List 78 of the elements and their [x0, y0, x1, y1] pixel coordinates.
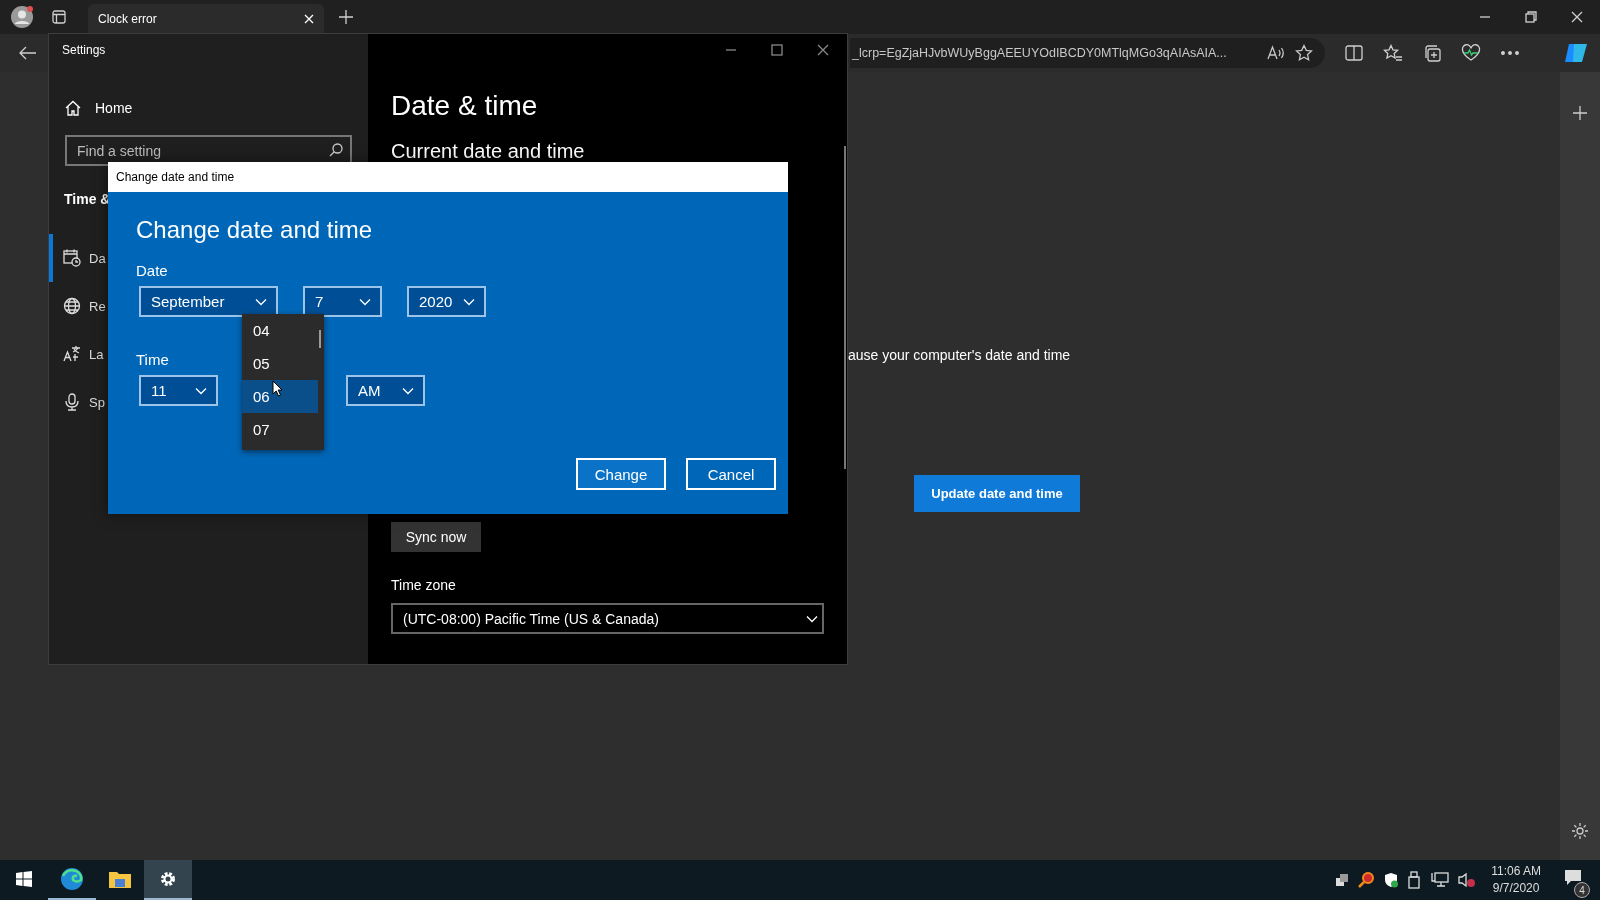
star-icon[interactable] — [1295, 44, 1313, 62]
restore-icon[interactable] — [1525, 11, 1537, 23]
clock-time[interactable]: 11:06 AM — [1491, 863, 1541, 880]
list-option[interactable]: 04 — [242, 314, 318, 347]
usb-drive-icon — [1408, 871, 1423, 889]
settings-icon[interactable] — [1571, 822, 1589, 840]
network-shares-icon — [1335, 873, 1350, 887]
field-label: Time zone — [391, 577, 457, 593]
chevron-down-icon — [402, 386, 414, 395]
notifications-icon[interactable] — [1564, 869, 1582, 887]
change-button[interactable]: Change — [576, 458, 666, 490]
scrollbar[interactable] — [844, 146, 846, 469]
folder-icon — [108, 869, 132, 889]
chevron-down-icon — [195, 386, 207, 395]
mouse-cursor-icon — [272, 380, 283, 397]
sync-now-button[interactable]: Sync now — [391, 522, 481, 552]
home-icon — [65, 100, 81, 116]
list-option[interactable]: 05 — [242, 347, 318, 380]
heart-pulse-icon[interactable] — [1461, 44, 1481, 62]
dropdown[interactable]: 11 — [139, 375, 218, 406]
volume-muted-icon — [1458, 872, 1477, 888]
clock-date[interactable]: 9/7/2020 — [1492, 880, 1540, 897]
notification-count: 4 — [1574, 882, 1590, 898]
back-arrow-icon[interactable] — [19, 46, 37, 60]
chevron-down-icon — [255, 297, 267, 306]
chevron-down-icon — [806, 614, 818, 623]
shield-icon — [1383, 872, 1400, 888]
chevron-down-icon — [359, 297, 371, 306]
new-tab-icon[interactable] — [339, 10, 353, 24]
read-aloud-icon[interactable] — [1267, 45, 1285, 61]
calendar-clock-icon — [63, 249, 81, 267]
field-label: Date — [136, 262, 168, 279]
time-zone-dropdown[interactable]: (UTC-08:00) Pacific Time (US & Canada) — [391, 603, 824, 634]
microphone-icon — [63, 393, 81, 411]
dialog-title: Change date and time — [108, 162, 788, 192]
list-option[interactable]: 06 — [242, 380, 318, 413]
browser-tab[interactable]: Clock error — [88, 4, 324, 34]
home-nav-item[interactable]: Home — [49, 86, 149, 130]
avatar-icon[interactable] — [10, 5, 34, 29]
dialog-heading: Change date and time — [136, 216, 374, 244]
cancel-button[interactable]: Cancel — [686, 458, 776, 490]
window-title: Settings — [61, 42, 107, 59]
nav-item[interactable]: Sp — [49, 378, 106, 426]
chevron-down-icon — [463, 297, 475, 306]
globe-icon — [63, 297, 81, 315]
dropdown[interactable]: 7 — [303, 286, 382, 317]
address-bar[interactable]: _lcrp=EgZjaHJvbWUyBggAEEUYOdIBCDY0MTlqMGo3qAIAsAIA... — [850, 38, 1325, 68]
tab-title: Clock error — [98, 12, 157, 26]
list-option[interactable]: 07 — [242, 413, 318, 446]
language-icon — [63, 345, 81, 363]
network-icon — [1431, 872, 1450, 888]
maximize-icon[interactable] — [771, 44, 783, 56]
split-screen-icon[interactable] — [1345, 45, 1363, 61]
dropdown[interactable]: AM — [346, 375, 425, 406]
field-label: Time — [136, 351, 169, 368]
taskbar-app[interactable] — [144, 860, 192, 900]
close-icon[interactable] — [1571, 11, 1583, 23]
nav-item[interactable]: La — [49, 330, 105, 378]
page-text: ause your computer's date and time — [848, 347, 1071, 363]
section-heading: Current date and time — [391, 140, 585, 163]
dropdown[interactable]: September — [139, 286, 278, 317]
add-icon[interactable] — [1573, 106, 1587, 120]
favorites-icon[interactable] — [1383, 44, 1403, 62]
collections-icon[interactable] — [1423, 44, 1441, 62]
search-icon — [329, 143, 343, 157]
scrollbar-thumb[interactable] — [319, 330, 321, 348]
nav-item[interactable]: Re — [49, 282, 107, 330]
close-icon[interactable] — [817, 44, 829, 56]
windows-logo-icon — [16, 871, 32, 887]
browser-icon — [60, 867, 84, 891]
minute-list[interactable]: 04 05 06 07 — [242, 314, 324, 450]
magnifier-icon — [1358, 872, 1375, 888]
update-date-time-button[interactable]: Update date and time — [914, 475, 1080, 512]
more-icon[interactable] — [1501, 51, 1519, 55]
dropdown[interactable]: 2020 — [407, 286, 486, 317]
copilot-icon[interactable] — [1563, 41, 1587, 65]
page-heading: Date & time — [391, 90, 538, 122]
tab-actions-icon[interactable] — [52, 10, 66, 24]
